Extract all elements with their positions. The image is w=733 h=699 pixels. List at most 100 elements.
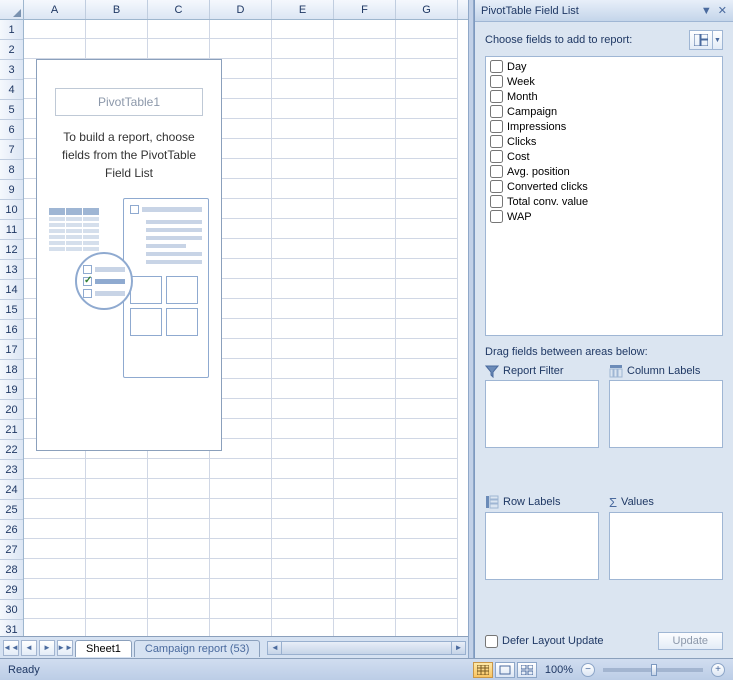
update-button[interactable]: Update <box>658 632 723 650</box>
col-header[interactable]: C <box>148 0 210 19</box>
values-dropzone[interactable] <box>609 512 723 580</box>
field-item[interactable]: WAP <box>488 209 720 224</box>
field-label: Day <box>507 61 527 73</box>
row-header[interactable]: 18 <box>0 360 23 380</box>
defer-checkbox-input[interactable] <box>485 635 498 648</box>
layout-dropdown-icon[interactable]: ▼ <box>713 30 723 50</box>
scroll-left-icon[interactable]: ◄ <box>268 642 282 654</box>
zoom-slider[interactable] <box>603 668 703 672</box>
sheet-tab-active[interactable]: Sheet1 <box>75 640 132 657</box>
field-list-title: PivotTable Field List <box>481 5 579 17</box>
row-header[interactable]: 26 <box>0 520 23 540</box>
field-checkbox[interactable] <box>490 165 503 178</box>
row-header[interactable]: 16 <box>0 320 23 340</box>
row-header[interactable]: 4 <box>0 80 23 100</box>
row-header[interactable]: 24 <box>0 480 23 500</box>
field-item[interactable]: Week <box>488 74 720 89</box>
col-header[interactable]: G <box>396 0 458 19</box>
zoom-slider-thumb[interactable] <box>651 664 657 676</box>
row-header[interactable]: 1 <box>0 20 23 40</box>
tab-nav-prev[interactable]: ◄ <box>21 640 37 656</box>
page-break-view-button[interactable] <box>517 662 537 678</box>
status-bar: Ready 100% − + <box>0 658 733 680</box>
layout-options-button[interactable] <box>689 30 713 50</box>
row-header[interactable]: 20 <box>0 400 23 420</box>
field-item[interactable]: Total conv. value <box>488 194 720 209</box>
col-header[interactable]: E <box>272 0 334 19</box>
field-checkbox[interactable] <box>490 120 503 133</box>
tab-nav-last[interactable]: ►► <box>57 640 73 656</box>
field-item[interactable]: Campaign <box>488 104 720 119</box>
row-header[interactable]: 2 <box>0 40 23 60</box>
field-checkbox[interactable] <box>490 105 503 118</box>
row-header[interactable]: 25 <box>0 500 23 520</box>
field-item[interactable]: Clicks <box>488 134 720 149</box>
defer-update-checkbox[interactable]: Defer Layout Update <box>485 635 604 648</box>
field-item[interactable]: Cost <box>488 149 720 164</box>
field-label: Total conv. value <box>507 196 588 208</box>
row-header[interactable]: 12 <box>0 240 23 260</box>
row-header[interactable]: 28 <box>0 560 23 580</box>
row-header[interactable]: 15 <box>0 300 23 320</box>
field-checkbox[interactable] <box>490 60 503 73</box>
pivottable-name: PivotTable1 <box>55 88 203 116</box>
field-checkbox[interactable] <box>490 75 503 88</box>
field-checkbox[interactable] <box>490 90 503 103</box>
row-header[interactable]: 7 <box>0 140 23 160</box>
field-checkbox[interactable] <box>490 210 503 223</box>
select-all-corner[interactable] <box>0 0 24 19</box>
row-header[interactable]: 22 <box>0 440 23 460</box>
tab-nav-next[interactable]: ► <box>39 640 55 656</box>
col-header[interactable]: F <box>334 0 396 19</box>
horizontal-scrollbar[interactable]: ◄ ► <box>267 641 466 655</box>
zoom-out-button[interactable]: − <box>581 663 595 677</box>
row-header[interactable]: 21 <box>0 420 23 440</box>
field-label: Month <box>507 91 538 103</box>
field-checkbox[interactable] <box>490 195 503 208</box>
row-header[interactable]: 19 <box>0 380 23 400</box>
zoom-in-button[interactable]: + <box>711 663 725 677</box>
row-header[interactable]: 17 <box>0 340 23 360</box>
row-header[interactable]: 6 <box>0 120 23 140</box>
scroll-right-icon[interactable]: ► <box>451 642 465 654</box>
sheet-tab[interactable]: Campaign report (53) <box>134 640 261 657</box>
cell-grid[interactable]: PivotTable1 To build a report, choose fi… <box>24 20 468 636</box>
column-headers: A B C D E F G <box>0 0 468 20</box>
row-header[interactable]: 3 <box>0 60 23 80</box>
row-header[interactable]: 23 <box>0 460 23 480</box>
row-header[interactable]: 27 <box>0 540 23 560</box>
dropdown-icon[interactable]: ▼ <box>701 5 712 17</box>
row-header[interactable]: 29 <box>0 580 23 600</box>
col-header[interactable]: B <box>86 0 148 19</box>
column-labels-dropzone[interactable] <box>609 380 723 448</box>
normal-view-button[interactable] <box>473 662 493 678</box>
field-checkbox[interactable] <box>490 150 503 163</box>
columns-icon <box>609 364 623 378</box>
page-layout-view-button[interactable] <box>495 662 515 678</box>
row-header[interactable]: 14 <box>0 280 23 300</box>
pivottable-placeholder[interactable]: PivotTable1 To build a report, choose fi… <box>36 59 222 451</box>
zoom-percent[interactable]: 100% <box>545 664 573 676</box>
report-filter-dropzone[interactable] <box>485 380 599 448</box>
field-item[interactable]: Avg. position <box>488 164 720 179</box>
field-checkbox[interactable] <box>490 135 503 148</box>
field-checkbox[interactable] <box>490 180 503 193</box>
row-header[interactable]: 10 <box>0 200 23 220</box>
close-icon[interactable]: ✕ <box>718 4 727 17</box>
field-item[interactable]: Day <box>488 59 720 74</box>
tab-nav-first[interactable]: ◄◄ <box>3 640 19 656</box>
col-header[interactable]: D <box>210 0 272 19</box>
field-item[interactable]: Month <box>488 89 720 104</box>
row-header[interactable]: 8 <box>0 160 23 180</box>
field-label: Impressions <box>507 121 566 133</box>
field-item[interactable]: Impressions <box>488 119 720 134</box>
row-header[interactable]: 31 <box>0 620 23 636</box>
row-header[interactable]: 5 <box>0 100 23 120</box>
row-header[interactable]: 11 <box>0 220 23 240</box>
col-header[interactable]: A <box>24 0 86 19</box>
row-header[interactable]: 9 <box>0 180 23 200</box>
row-header[interactable]: 30 <box>0 600 23 620</box>
row-labels-dropzone[interactable] <box>485 512 599 580</box>
row-header[interactable]: 13 <box>0 260 23 280</box>
field-item[interactable]: Converted clicks <box>488 179 720 194</box>
